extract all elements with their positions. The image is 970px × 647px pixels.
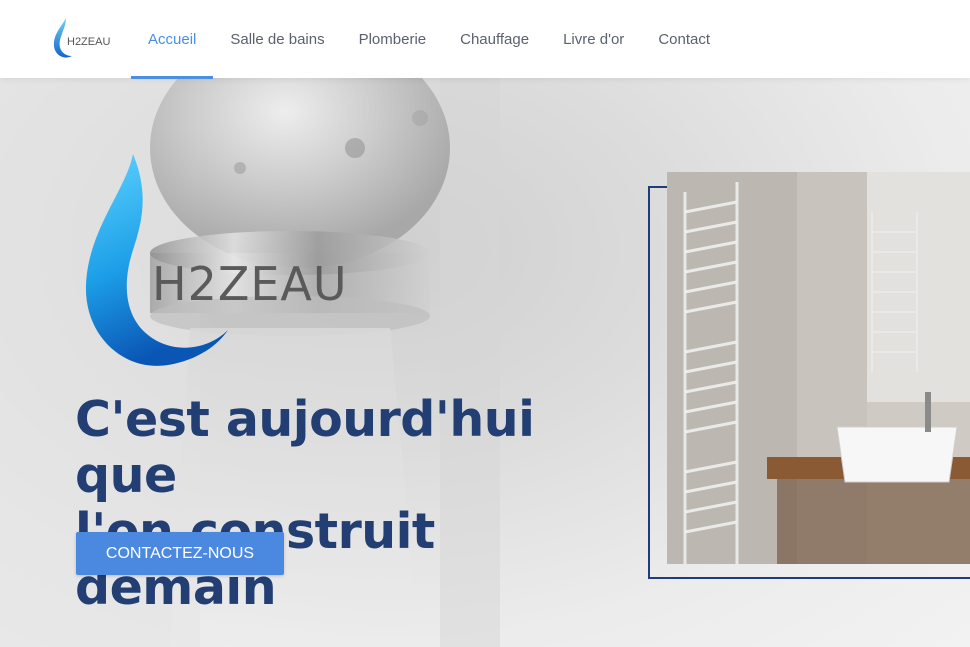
main-nav: Accueil Salle de bains Plomberie Chauffa… [131, 0, 727, 79]
svg-text:H2ZEAU: H2ZEAU [152, 257, 348, 311]
hero-headline: C'est aujourd'hui que l'on construit dem… [75, 392, 635, 616]
hero-logo: H2ZEAU [78, 150, 348, 375]
nav-item-salle-de-bains[interactable]: Salle de bains [213, 0, 341, 78]
logo-link[interactable]: H2ZEAU [52, 16, 110, 60]
headline-line-1: C'est aujourd'hui que [75, 391, 535, 504]
water-drop-logo-icon: H2ZEAU [53, 18, 110, 58]
nav-item-accueil[interactable]: Accueil [131, 0, 214, 79]
hero-section: H2ZEAU C'est aujourd'hui que l'on constr… [0, 78, 970, 647]
svg-text:H2ZEAU: H2ZEAU [67, 36, 110, 48]
water-drop-logo-icon: H2ZEAU [85, 154, 348, 366]
bathroom-photo [667, 172, 970, 564]
nav-item-chauffage[interactable]: Chauffage [443, 0, 546, 78]
nav-item-plomberie[interactable]: Plomberie [342, 0, 444, 78]
contact-us-button[interactable]: CONTACTEZ-NOUS [76, 532, 284, 575]
nav-item-livre-dor[interactable]: Livre d'or [546, 0, 641, 78]
nav-item-contact[interactable]: Contact [641, 0, 727, 78]
site-header: H2ZEAU Accueil Salle de bains Plomberie … [0, 0, 970, 79]
